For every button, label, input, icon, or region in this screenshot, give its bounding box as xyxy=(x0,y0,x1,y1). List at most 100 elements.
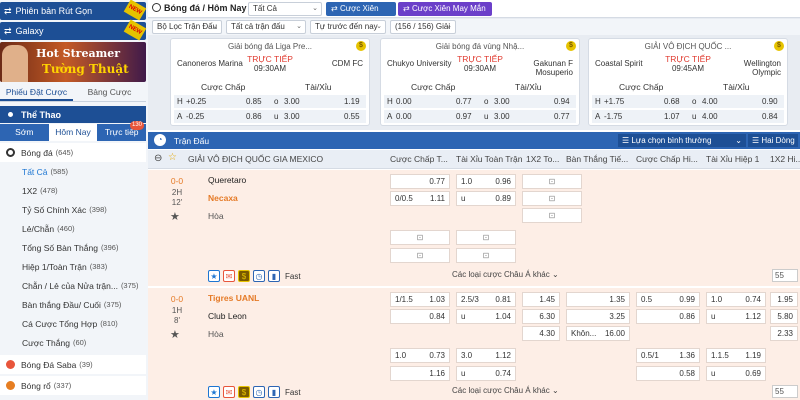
email-icon[interactable]: ✉ xyxy=(223,270,235,282)
bet-count-select[interactable]: 55 xyxy=(772,385,798,398)
odds-value[interactable]: 1.07 xyxy=(664,110,680,123)
sidebar-item-soccer[interactable]: Bóng đá (645) xyxy=(0,143,146,162)
odds-value[interactable]: 0.85 xyxy=(246,95,262,108)
sidebar-subitem[interactable]: Chẵn / Lẻ của Nửa trận... (375) xyxy=(0,276,146,295)
match-card[interactable]: Giải bóng đá vùng Nhậ... $ Chukyo Universi… xyxy=(380,38,580,126)
odds-value[interactable]: 1.19 xyxy=(344,95,360,108)
sports-section-header[interactable]: Thể Thao xyxy=(0,106,146,123)
fast-label[interactable]: Fast xyxy=(285,388,301,397)
odds-cell[interactable]: 4.30 xyxy=(522,326,560,341)
tab-today[interactable]: Hôm Nay xyxy=(48,124,98,141)
odds-cell[interactable]: u 1.12 xyxy=(706,309,766,324)
odds-cell[interactable]: 3.0 1.12 xyxy=(456,348,516,363)
sidebar-subitem[interactable]: Tổng Số Bàn Thắng (396) xyxy=(0,238,146,257)
markets-select[interactable]: Tất cả trận đấu ⌄ xyxy=(226,20,306,34)
odds-cell[interactable]: u 0.89 xyxy=(456,191,516,206)
sidebar-subitem[interactable]: Cá Cược Tổng Hợp (810) xyxy=(0,314,146,333)
coin-icon[interactable]: $ xyxy=(774,41,784,51)
tab-bet-table[interactable]: Bảng Cược xyxy=(73,84,146,101)
promo-button-galaxy[interactable]: ⇄ Galaxy NEW xyxy=(0,19,147,41)
tab-early[interactable]: Sớm xyxy=(0,124,49,141)
sidebar-subitem[interactable]: Tất Cả (585) xyxy=(0,162,146,181)
stats-icon[interactable]: ▮ xyxy=(268,386,280,398)
favorite-star-icon[interactable]: ★ xyxy=(170,210,180,223)
odds-cell[interactable]: 0.86 xyxy=(636,309,700,324)
odds-cell[interactable]: 1/1.5 1.03 xyxy=(390,292,450,307)
odds-cell[interactable]: 0/0.5 1.11 xyxy=(390,191,450,206)
odds-cell[interactable]: 0.84 xyxy=(390,309,450,324)
odds-value[interactable]: 0.55 xyxy=(344,110,360,123)
odds-cell[interactable]: 0.58 xyxy=(636,366,700,381)
odds-cell[interactable]: 1.45 xyxy=(522,292,560,307)
odds-cell[interactable]: 1.0 0.73 xyxy=(390,348,450,363)
odds-cell[interactable]: 2.5/3 0.81 xyxy=(456,292,516,307)
more-asian-markets-link[interactable]: Các loại cược Châu Á khác ⌄ xyxy=(452,270,559,279)
odds-cell[interactable]: 0.5/1 1.36 xyxy=(636,348,700,363)
odds-cell[interactable]: 1.0 0.74 xyxy=(706,292,766,307)
favorite-icon[interactable]: ★ xyxy=(208,386,220,398)
bet-count-select[interactable]: 55 xyxy=(772,269,798,282)
email-icon[interactable]: ✉ xyxy=(223,386,235,398)
sidebar-subitem[interactable]: Bàn thắng Đầu/ Cuối (375) xyxy=(0,295,146,314)
more-asian-markets-link[interactable]: Các loại cược Châu Á khác ⌄ xyxy=(452,386,559,395)
odds-cell[interactable]: 1.0 0.96 xyxy=(456,174,516,189)
handicap-line: +0.25 xyxy=(186,97,207,106)
odds-cell[interactable]: 3.25 xyxy=(566,309,630,324)
coin-icon[interactable]: $ xyxy=(356,41,366,51)
timer-icon[interactable]: ◷ xyxy=(253,270,265,282)
favorite-icon[interactable]: ★ xyxy=(208,270,220,282)
sidebar-subitem[interactable]: Cược Thắng (60) xyxy=(0,333,146,352)
odds-cell[interactable]: 5.80 xyxy=(770,309,798,324)
odds-value[interactable]: 0.94 xyxy=(554,95,570,108)
collapse-icon[interactable]: ⊖ xyxy=(154,153,162,164)
odds-cell[interactable]: 1.95 xyxy=(770,292,798,307)
favorite-star-icon[interactable]: ★ xyxy=(170,328,180,341)
odds-cell[interactable]: 2.33 xyxy=(770,326,798,341)
view-mode-select[interactable]: ☰ Hai Dòng xyxy=(748,134,798,147)
league-chooser-button[interactable]: ☰ Lựa chọn bình thường ⌄ xyxy=(618,134,746,147)
sidebar-subitem[interactable]: Hiệp 1/Toàn Trận (383) xyxy=(0,257,146,276)
odds-cell[interactable]: 0.5 0.99 xyxy=(636,292,700,307)
promo-button-compact[interactable]: ⇄ Phiên bản Rút Gọn NEW xyxy=(0,0,147,21)
sort-select[interactable]: Tự trước đến nay ⌄ xyxy=(310,20,386,34)
sidebar-item-saba-soccer[interactable]: Bóng Đá Saba (39) xyxy=(0,355,146,374)
odds-cell[interactable]: 1.1.5 1.19 xyxy=(706,348,766,363)
match-card[interactable]: Giải bóng đá Liga Pre... $ Canoneros Marin… xyxy=(170,38,370,126)
odds-cell[interactable]: 6.30 xyxy=(522,309,560,324)
lucky-parlay-button[interactable]: ⇄ Cược Xiên May Mắn xyxy=(398,2,492,16)
odds-cell[interactable]: u 0.74 xyxy=(456,366,516,381)
sidebar-subitem[interactable]: Tỷ Số Chính Xác (398) xyxy=(0,200,146,219)
league-count-select[interactable]: (156 / 156) Giải ⌄ xyxy=(390,20,456,34)
odds-cell[interactable]: 1.16 xyxy=(390,366,450,381)
left-sidebar: ⇄ Phiên bản Rút Gọn NEW ⇄ Galaxy NEW Hot… xyxy=(0,0,148,400)
odds-value[interactable]: 0.86 xyxy=(246,110,262,123)
sidebar-subitem[interactable]: Lẻ/Chẵn (460) xyxy=(0,219,146,238)
tab-live[interactable]: Trực tiếp 130 xyxy=(97,121,146,141)
market-filter-select[interactable]: Tất Cả ⌄ xyxy=(248,2,322,16)
streamer-banner[interactable]: Hot Streamer Tường Thuật xyxy=(0,42,146,82)
coin-icon[interactable]: $ xyxy=(238,270,250,282)
coin-icon[interactable]: $ xyxy=(566,41,576,51)
odds-cell[interactable]: u 0.69 xyxy=(706,366,766,381)
odds-cell[interactable]: 1.35 xyxy=(566,292,630,307)
odds-value[interactable]: 0.77 xyxy=(554,110,570,123)
coin-icon[interactable]: $ xyxy=(238,386,250,398)
odds-value[interactable]: 0.97 xyxy=(456,110,472,123)
stats-icon[interactable]: ▮ xyxy=(268,270,280,282)
parlay-button[interactable]: ⇄ Cược Xiên xyxy=(326,2,396,16)
sidebar-item-basketball[interactable]: Bóng rổ (337) xyxy=(0,376,146,395)
odds-cell[interactable]: u 1.04 xyxy=(456,309,516,324)
sidebar-subitem[interactable]: 1X2 (478) xyxy=(0,181,146,200)
odds-value[interactable]: 0.84 xyxy=(762,110,778,123)
odds-value[interactable]: 0.68 xyxy=(664,95,680,108)
match-filter-select[interactable]: Bộ Lọc Trận Đấu ⌄ xyxy=(152,20,222,34)
star-icon[interactable]: ☆ xyxy=(168,152,177,163)
match-card[interactable]: GIẢI VÔ ĐỊCH QUỐC ... $ Coastal Spirit Well… xyxy=(588,38,788,126)
odds-value[interactable]: 0.90 xyxy=(762,95,778,108)
odds-cell[interactable]: 0.77 xyxy=(390,174,450,189)
odds-value[interactable]: 0.77 xyxy=(456,95,472,108)
timer-icon[interactable]: ◷ xyxy=(253,386,265,398)
tab-bet-slip[interactable]: Phiếu Đặt Cược xyxy=(0,84,73,101)
odds-cell[interactable]: Khôn... 16.00 xyxy=(566,326,630,341)
fast-label[interactable]: Fast xyxy=(285,272,301,281)
